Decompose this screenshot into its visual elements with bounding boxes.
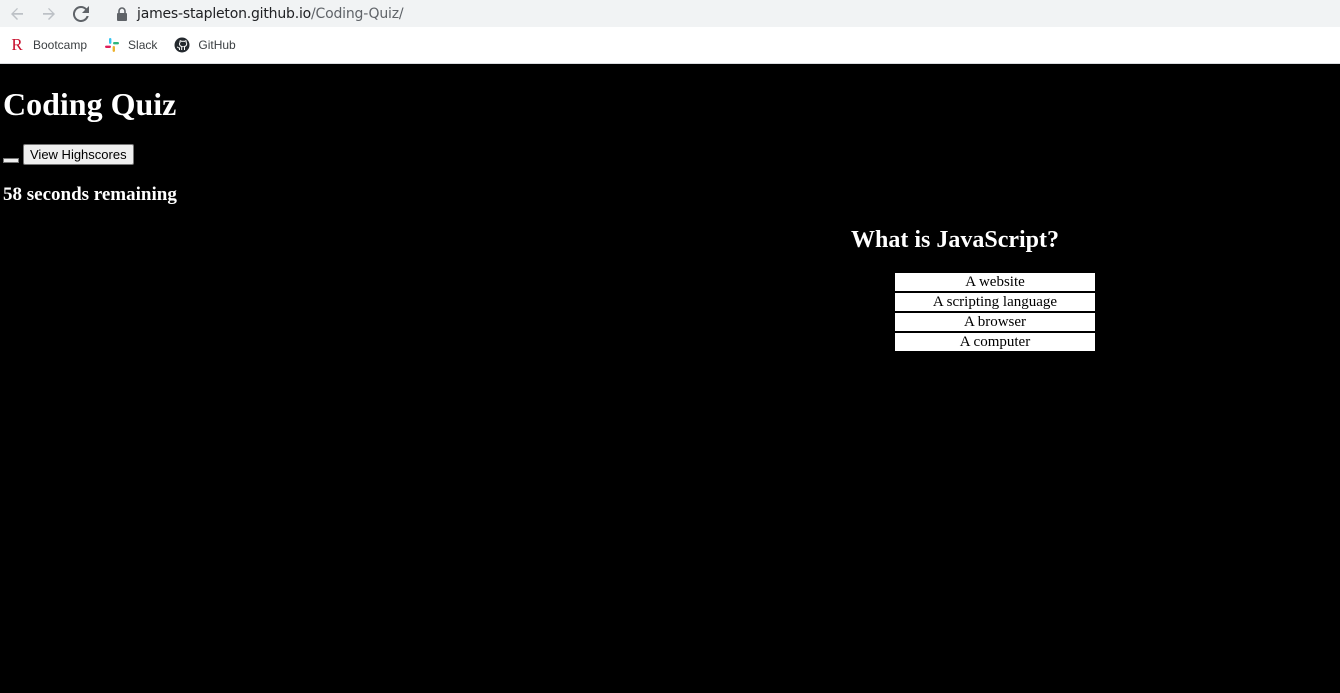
bookmark-github[interactable]: GitHub <box>174 33 236 57</box>
back-arrow-icon[interactable] <box>5 2 29 26</box>
answer-button[interactable]: A scripting language <box>894 292 1096 312</box>
reload-icon[interactable] <box>69 2 93 26</box>
answer-list: A website A scripting language A browser… <box>894 272 1096 352</box>
question-text: What is JavaScript? <box>851 227 1060 253</box>
answer-button[interactable]: A website <box>894 272 1096 292</box>
url-domain: james-stapleton.github.io <box>137 5 311 22</box>
bootcamp-r-icon: R <box>11 35 23 54</box>
lock-icon <box>117 6 127 21</box>
bookmark-bootcamp[interactable]: R Bootcamp <box>9 33 87 57</box>
quiz-page: Coding Quiz View Highscores 58 seconds r… <box>0 64 1340 693</box>
browser-toolbar: james-stapleton.github.io/Coding-Quiz/ <box>0 0 1340 27</box>
forward-arrow-icon[interactable] <box>37 2 61 26</box>
view-highscores-button[interactable]: View Highscores <box>23 144 134 165</box>
timer-text: 58 seconds remaining <box>3 184 177 205</box>
slack-icon <box>104 37 120 53</box>
page-title: Coding Quiz <box>3 86 177 122</box>
github-icon <box>174 37 190 53</box>
bookmark-label: Bootcamp <box>33 38 88 52</box>
answer-button[interactable]: A browser <box>894 312 1096 332</box>
empty-button[interactable] <box>3 158 19 163</box>
answer-button[interactable]: A computer <box>894 332 1096 352</box>
bookmark-slack[interactable]: Slack <box>104 33 157 57</box>
address-bar[interactable]: james-stapleton.github.io/Coding-Quiz/ <box>104 0 1340 27</box>
url-path: /Coding-Quiz/ <box>311 5 404 22</box>
url-text: james-stapleton.github.io/Coding-Quiz/ <box>137 5 404 22</box>
bookmark-label: GitHub <box>198 38 236 52</box>
bookmark-label: Slack <box>128 38 158 52</box>
bookmarks-bar: R Bootcamp Slack GitHub <box>0 27 1340 64</box>
highscores-row: View Highscores <box>3 144 134 165</box>
